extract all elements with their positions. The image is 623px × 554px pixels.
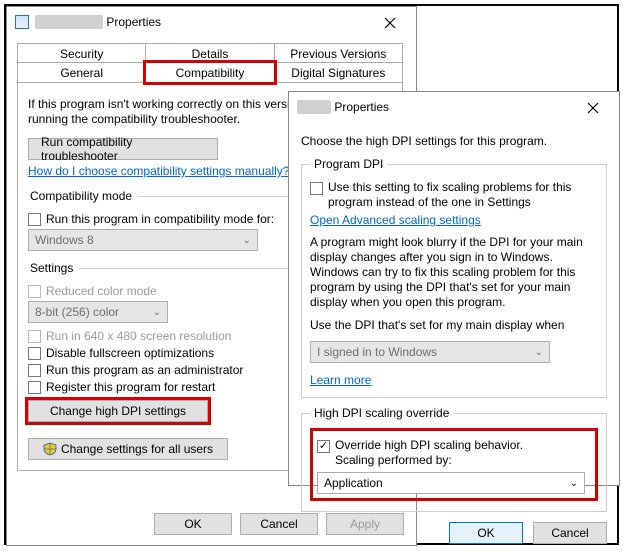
titlebar: ████████ Properties <box>7 7 416 37</box>
program-dpi-legend: Program DPI <box>310 157 387 171</box>
title-blurred: ████████ <box>35 15 103 29</box>
change-high-dpi-button[interactable]: Change high DPI settings <box>28 400 208 422</box>
override-label: Override high DPI scaling behavior. Scal… <box>335 438 523 468</box>
close-icon <box>384 17 396 29</box>
change-all-users-button[interactable]: Change settings for all users <box>28 438 228 460</box>
run-640-label: Run in 640 x 480 screen resolution <box>46 329 231 343</box>
register-restart-checkbox[interactable] <box>28 381 41 394</box>
close-button[interactable] <box>575 98 611 118</box>
tab-details[interactable]: Details <box>145 43 274 64</box>
override-highlight: Override high DPI scaling behavior. Scal… <box>310 428 598 501</box>
close-button[interactable] <box>372 13 408 33</box>
tab-security[interactable]: Security <box>17 43 146 64</box>
shield-icon <box>43 442 57 456</box>
compat-mode-checkbox[interactable] <box>28 213 41 226</box>
override-legend: High DPI scaling override <box>310 406 453 420</box>
color-value: 8-bit (256) color <box>35 305 119 319</box>
tab-compatibility[interactable]: Compatibility <box>145 62 274 83</box>
register-restart-label: Register this program for restart <box>46 380 215 394</box>
title-blurred: ████ <box>297 100 331 114</box>
tab-strip: Security Details Previous Versions Gener… <box>17 43 406 83</box>
app-icon <box>15 15 29 29</box>
use-setting-checkbox[interactable] <box>310 182 323 195</box>
compat-mode-value: Windows 8 <box>35 233 94 247</box>
titlebar: ████ Properties <box>289 92 619 122</box>
run-admin-checkbox[interactable] <box>28 364 41 377</box>
title-suffix: Properties <box>334 100 389 114</box>
override-checkbox[interactable] <box>317 440 330 453</box>
tab-previous-versions[interactable]: Previous Versions <box>274 43 403 64</box>
run-admin-label: Run this program as an administrator <box>46 363 243 377</box>
learn-more-link[interactable]: Learn more <box>310 373 371 387</box>
override-group: High DPI scaling override Override high … <box>301 406 607 512</box>
title-suffix: Properties <box>106 15 161 29</box>
reduced-color-checkbox <box>28 285 41 298</box>
color-select: 8-bit (256) color ⌄ <box>28 301 168 323</box>
cancel-button[interactable]: Cancel <box>533 522 607 544</box>
settings-legend: Settings <box>28 261 79 275</box>
compat-mode-select[interactable]: Windows 8 ⌄ <box>28 229 258 251</box>
run-troubleshooter-button[interactable]: Run compatibility troubleshooter <box>28 138 218 160</box>
reduced-color-label: Reduced color mode <box>46 284 157 298</box>
dpi-blurb: A program might look blurry if the DPI f… <box>310 235 598 310</box>
tab-digital-signatures[interactable]: Digital Signatures <box>274 62 403 83</box>
use-dpi-when-label: Use the DPI that's set for my main displ… <box>310 318 598 333</box>
dialog-footer: OK Cancel <box>301 522 607 544</box>
when-select: I signed in to Windows ⌄ <box>310 341 550 363</box>
high-dpi-dialog: ████ Properties Choose the high DPI sett… <box>288 91 620 486</box>
disable-fullscreen-checkbox[interactable] <box>28 347 41 360</box>
close-icon <box>587 102 599 114</box>
chevron-down-icon: ⌄ <box>570 478 578 489</box>
chevron-down-icon: ⌄ <box>243 235 251 246</box>
compat-mode-legend: Compatibility mode <box>28 189 138 203</box>
dpi-intro: Choose the high DPI settings for this pr… <box>301 134 607 149</box>
override-select[interactable]: Application ⌄ <box>317 472 585 494</box>
ok-button[interactable]: OK <box>154 513 232 535</box>
ok-button[interactable]: OK <box>449 522 523 544</box>
compat-mode-label: Run this program in compatibility mode f… <box>46 212 274 226</box>
program-dpi-group: Program DPI Use this setting to fix scal… <box>301 157 607 398</box>
use-setting-label: Use this setting to fix scaling problems… <box>328 180 598 210</box>
disable-fullscreen-label: Disable fullscreen optimizations <box>46 346 214 360</box>
manual-settings-link[interactable]: How do I choose compatibility settings m… <box>28 164 289 178</box>
override-value: Application <box>324 476 383 490</box>
run-640-checkbox <box>28 330 41 343</box>
open-advanced-link[interactable]: Open Advanced scaling settings <box>310 213 481 227</box>
tab-general[interactable]: General <box>17 62 146 83</box>
chevron-down-icon: ⌄ <box>535 347 543 358</box>
when-value: I signed in to Windows <box>317 345 437 359</box>
chevron-down-icon: ⌄ <box>153 307 161 318</box>
